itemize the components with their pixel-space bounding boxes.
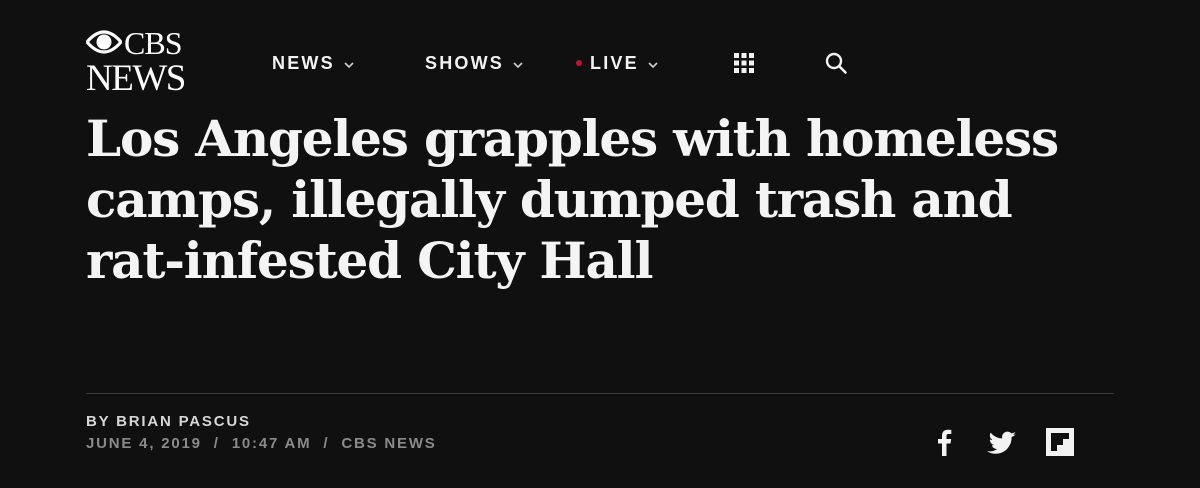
- cbs-eye-icon: [86, 30, 122, 54]
- live-dot-icon: [576, 60, 582, 66]
- publish-time: 10:47 AM: [231, 435, 312, 452]
- logo-cbs-text: CBS: [124, 25, 182, 61]
- nav-shows-label: SHOWS: [425, 53, 505, 73]
- meta-separator: /: [323, 435, 330, 452]
- facebook-icon[interactable]: [934, 428, 954, 456]
- search-icon[interactable]: [824, 51, 848, 75]
- article-headline: Los Angeles grapples with homeless camps…: [86, 109, 1059, 290]
- article-meta: JUNE 4, 2019 / 10:47 AM / CBS NEWS: [86, 434, 437, 454]
- chevron-down-icon: [513, 61, 523, 68]
- twitter-icon[interactable]: [987, 428, 1017, 456]
- nav-news-label: NEWS: [272, 53, 335, 73]
- nav-live-label: LIVE: [590, 53, 639, 73]
- source-link[interactable]: CBS NEWS: [341, 435, 436, 452]
- publish-date: JUNE 4, 2019: [86, 435, 202, 452]
- meta-separator: /: [213, 435, 220, 452]
- cbs-news-logo[interactable]: CBS NEWS: [86, 26, 192, 98]
- flipboard-icon[interactable]: [1046, 428, 1074, 456]
- chevron-down-icon: [344, 61, 354, 68]
- chevron-down-icon: [648, 61, 658, 68]
- nav-news[interactable]: NEWS: [272, 50, 355, 76]
- divider: [86, 393, 1114, 394]
- logo-news-text: NEWS: [86, 58, 186, 99]
- byline[interactable]: BY BRIAN PASCUS: [86, 412, 251, 432]
- grid-menu-icon[interactable]: [734, 53, 754, 73]
- nav-live[interactable]: LIVE: [576, 50, 659, 76]
- nav-shows[interactable]: SHOWS: [425, 50, 524, 76]
